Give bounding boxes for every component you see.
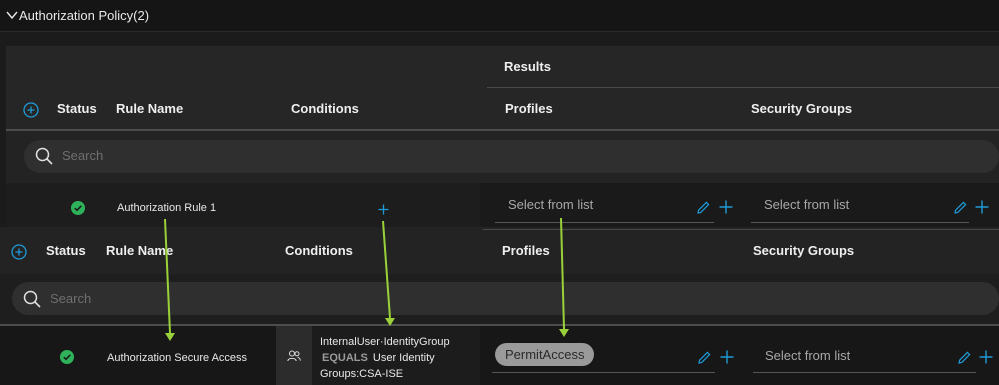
condition-operator: EQUALS xyxy=(322,352,368,364)
check-circle-icon xyxy=(60,350,74,364)
plus-circle-icon[interactable] xyxy=(11,244,27,260)
column-rule-name[interactable]: Rule Name xyxy=(106,243,173,258)
condition-attribute: InternalUser·IdentityGroup xyxy=(320,336,450,348)
condition-operator-line: EQUALS User Identity xyxy=(322,350,435,366)
chevron-down-icon[interactable] xyxy=(6,9,18,21)
section-title: Authorization Policy(2) xyxy=(19,8,150,23)
users-icon xyxy=(287,350,301,362)
add-condition-icon[interactable] xyxy=(378,204,389,215)
column-profiles[interactable]: Profiles xyxy=(502,243,550,258)
pencil-icon[interactable] xyxy=(954,201,967,214)
plus-icon[interactable] xyxy=(720,350,734,364)
plus-icon[interactable] xyxy=(975,200,989,214)
check-circle-icon xyxy=(71,201,85,215)
search-icon xyxy=(35,147,53,165)
condition-value: Groups:CSA-ISE xyxy=(320,368,404,380)
rule-name-cell[interactable]: Authorization Rule 1 xyxy=(117,202,216,214)
column-security-groups[interactable]: Security Groups xyxy=(751,101,852,116)
security-groups-select-placeholder: Select from list xyxy=(764,197,850,212)
results-divider xyxy=(487,87,999,88)
column-status[interactable]: Status xyxy=(46,243,86,258)
security-groups-select-placeholder: Select from list xyxy=(765,348,851,363)
section-header[interactable]: Authorization Policy(2) xyxy=(0,0,999,32)
pencil-icon[interactable] xyxy=(958,351,971,364)
profiles-select-placeholder: Select from list xyxy=(508,197,594,212)
column-conditions[interactable]: Conditions xyxy=(285,243,353,258)
policy-table-header xyxy=(6,46,999,130)
plus-icon[interactable] xyxy=(979,350,993,364)
search-icon xyxy=(23,290,41,308)
condition-value-part: User Identity xyxy=(372,352,435,364)
column-rule-name[interactable]: Rule Name xyxy=(116,101,183,116)
column-security-groups[interactable]: Security Groups xyxy=(753,243,854,258)
results-divider-2 xyxy=(483,229,999,230)
column-conditions[interactable]: Conditions xyxy=(291,101,359,116)
profile-tag[interactable]: PermitAccess xyxy=(495,343,595,366)
search-input-2[interactable] xyxy=(12,282,999,315)
search-placeholder-2: Search xyxy=(50,291,92,306)
search-input[interactable] xyxy=(24,140,999,173)
pencil-icon[interactable] xyxy=(698,351,711,364)
plus-circle-icon[interactable] xyxy=(23,102,39,118)
column-profiles[interactable]: Profiles xyxy=(505,101,553,116)
column-status[interactable]: Status xyxy=(57,101,97,116)
rule-name-cell[interactable]: Authorization Secure Access xyxy=(107,352,247,364)
pencil-icon[interactable] xyxy=(697,201,710,214)
plus-icon[interactable] xyxy=(719,200,733,214)
results-label: Results xyxy=(504,59,551,74)
search-placeholder: Search xyxy=(62,148,104,163)
